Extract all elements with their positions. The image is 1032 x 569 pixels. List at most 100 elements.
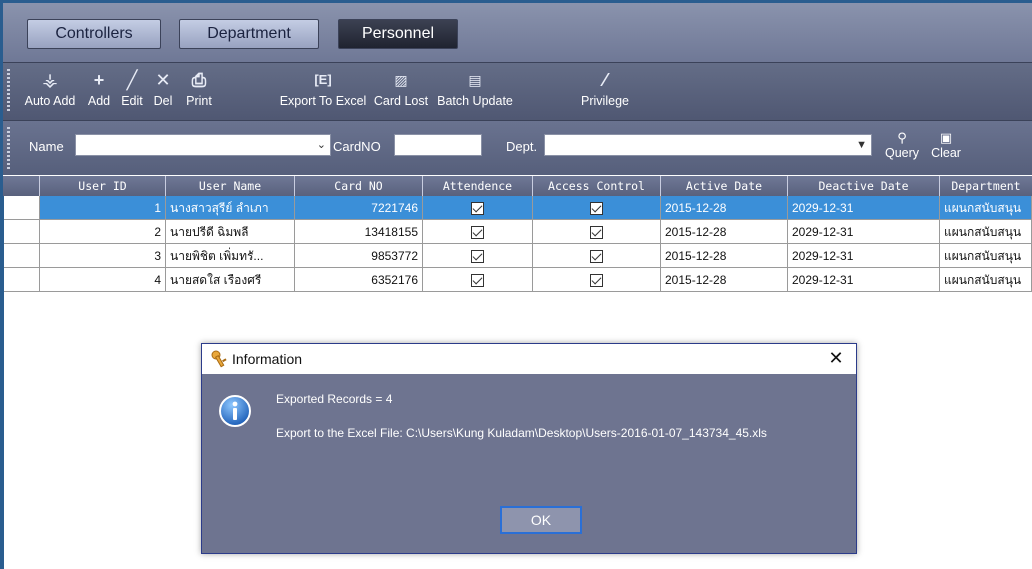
delete-button[interactable]: ✕ Del bbox=[149, 67, 177, 117]
query-button[interactable]: ⚲ Query bbox=[881, 130, 923, 160]
cell-department[interactable]: แผนกสนับสนุน bbox=[940, 244, 1032, 268]
checkbox-checked[interactable] bbox=[471, 226, 484, 240]
header-department[interactable]: Department bbox=[940, 176, 1032, 196]
add-button[interactable]: + Add bbox=[82, 67, 116, 117]
cell-card-no[interactable]: 6352176 bbox=[295, 268, 423, 292]
print-button[interactable]: ⎙ Print bbox=[181, 67, 217, 117]
cell-card-no[interactable]: 7221746 bbox=[295, 196, 423, 220]
export-excel-button[interactable]: [E] Export To Excel bbox=[276, 67, 370, 117]
cell-department[interactable]: แผนกสนับสนุน bbox=[940, 196, 1032, 220]
cell-active-date[interactable]: 2015-12-28 bbox=[661, 244, 788, 268]
information-dialog: Information ✕ Exported Records = 4 Expor… bbox=[201, 343, 857, 554]
name-label: Name bbox=[29, 139, 64, 154]
card-lost-button[interactable]: ▨ Card Lost bbox=[369, 67, 433, 117]
ok-button[interactable]: OK bbox=[500, 506, 582, 534]
chevron-down-icon: ⌄ bbox=[316, 139, 326, 151]
cell-deactive-date[interactable]: 2029-12-31 bbox=[788, 268, 940, 292]
table-header: User ID User Name Card NO Attendence Acc… bbox=[3, 176, 1032, 196]
header-user-name[interactable]: User Name bbox=[166, 176, 295, 196]
info-icon bbox=[219, 395, 251, 427]
card-lost-icon: ▨ bbox=[394, 72, 408, 88]
cell-user-id[interactable]: 2 bbox=[40, 220, 166, 244]
cell-attendence[interactable] bbox=[423, 220, 533, 244]
table-row[interactable]: 1 นางสาวสุรีย์ ลำเภา 7221746 2015-12-28 2029… bbox=[3, 196, 1032, 220]
checkbox-checked[interactable] bbox=[471, 250, 484, 264]
checkbox-checked[interactable] bbox=[471, 202, 484, 216]
batch-update-button[interactable]: ▤ Batch Update bbox=[436, 67, 514, 117]
grid-left-edge bbox=[3, 196, 4, 569]
cell-user-name[interactable]: นายสดใส เรืองศรี bbox=[166, 268, 295, 292]
x-icon: ✕ bbox=[155, 70, 171, 90]
cell-user-name[interactable]: นายปรีดี ฉิมพลี bbox=[166, 220, 295, 244]
header-access-control[interactable]: Access Control bbox=[533, 176, 661, 196]
toolbar-grip[interactable] bbox=[7, 69, 10, 113]
printer-icon: ⎙ bbox=[191, 70, 207, 90]
header-active-date[interactable]: Active Date bbox=[661, 176, 788, 196]
name-combobox[interactable]: ⌄ bbox=[75, 134, 331, 156]
excel-icon: [E] bbox=[314, 72, 332, 87]
cardno-label: CardNO bbox=[333, 139, 381, 154]
cell-department[interactable]: แผนกสนับสนุน bbox=[940, 220, 1032, 244]
cell-active-date[interactable]: 2015-12-28 bbox=[661, 268, 788, 292]
filter-grip[interactable] bbox=[7, 127, 10, 171]
table-row[interactable]: 2 นายปรีดี ฉิมพลี 13418155 2015-12-28 2029-1… bbox=[3, 220, 1032, 244]
dropdown-arrow-icon: ▼ bbox=[856, 139, 867, 151]
checkbox-checked[interactable] bbox=[590, 250, 603, 264]
batch-update-icon: ▤ bbox=[468, 72, 482, 88]
header-card-no[interactable]: Card NO bbox=[295, 176, 423, 196]
cell-card-no[interactable]: 13418155 bbox=[295, 220, 423, 244]
cell-department[interactable]: แผนกสนับสนุน bbox=[940, 268, 1032, 292]
dept-combobox[interactable]: ▼ bbox=[544, 134, 872, 156]
row-selector[interactable] bbox=[3, 268, 40, 292]
cell-user-id[interactable]: 1 bbox=[40, 196, 166, 220]
tab-personnel[interactable]: Personnel bbox=[338, 19, 458, 49]
cell-active-date[interactable]: 2015-12-28 bbox=[661, 196, 788, 220]
checkbox-checked[interactable] bbox=[590, 202, 603, 216]
edit-button[interactable]: ╱ Edit bbox=[117, 67, 147, 117]
row-selector[interactable] bbox=[3, 244, 40, 268]
tab-department[interactable]: Department bbox=[179, 19, 319, 49]
message-line-records: Exported Records = 4 bbox=[276, 392, 393, 406]
close-icon[interactable]: ✕ bbox=[826, 348, 846, 368]
header-user-id[interactable]: User ID bbox=[40, 176, 166, 196]
module-tab-bar: Controllers Department Personnel bbox=[3, 3, 1032, 62]
cell-attendence[interactable] bbox=[423, 196, 533, 220]
cell-attendence[interactable] bbox=[423, 244, 533, 268]
key-icon bbox=[211, 350, 227, 368]
cardno-input[interactable] bbox=[394, 134, 482, 156]
cell-user-id[interactable]: 3 bbox=[40, 244, 166, 268]
cell-access-control[interactable] bbox=[533, 268, 661, 292]
cell-active-date[interactable]: 2015-12-28 bbox=[661, 220, 788, 244]
header-deactive-date[interactable]: Deactive Date bbox=[788, 176, 940, 196]
clear-icon: ▣ bbox=[939, 130, 953, 145]
message-line-file: Export to the Excel File: C:\Users\Kung … bbox=[276, 426, 767, 440]
cell-deactive-date[interactable]: 2029-12-31 bbox=[788, 244, 940, 268]
cell-attendence[interactable] bbox=[423, 268, 533, 292]
auto-add-icon: ⚶ bbox=[42, 70, 58, 90]
table-row[interactable]: 4 นายสดใส เรืองศรี 6352176 2015-12-28 2029-1… bbox=[3, 268, 1032, 292]
cell-access-control[interactable] bbox=[533, 220, 661, 244]
cell-user-id[interactable]: 4 bbox=[40, 268, 166, 292]
row-selector[interactable] bbox=[3, 220, 40, 244]
cell-access-control[interactable] bbox=[533, 244, 661, 268]
clear-button[interactable]: ▣ Clear bbox=[928, 130, 964, 160]
cell-deactive-date[interactable]: 2029-12-31 bbox=[788, 196, 940, 220]
auto-add-button[interactable]: ⚶ Auto Add bbox=[21, 67, 79, 117]
dialog-title-bar[interactable]: Information ✕ bbox=[202, 344, 856, 374]
checkbox-checked[interactable] bbox=[590, 226, 603, 240]
row-selector[interactable] bbox=[3, 196, 40, 220]
plus-icon: + bbox=[93, 70, 105, 90]
checkbox-checked[interactable] bbox=[471, 274, 484, 288]
dept-label: Dept. bbox=[506, 139, 538, 154]
toolbar: ⚶ Auto Add + Add ╱ Edit ✕ Del ⎙ Print [E… bbox=[3, 62, 1032, 121]
header-attendence[interactable]: Attendence bbox=[423, 176, 533, 196]
privilege-button[interactable]: ⁄ Privilege bbox=[577, 67, 633, 117]
checkbox-checked[interactable] bbox=[590, 274, 603, 288]
cell-card-no[interactable]: 9853772 bbox=[295, 244, 423, 268]
cell-user-name[interactable]: นายพิชิต เพิ่มทรั... bbox=[166, 244, 295, 268]
cell-deactive-date[interactable]: 2029-12-31 bbox=[788, 220, 940, 244]
table-row[interactable]: 3 นายพิชิต เพิ่มทรั... 9853772 2015-12-28 20… bbox=[3, 244, 1032, 268]
tab-controllers[interactable]: Controllers bbox=[27, 19, 161, 49]
cell-user-name[interactable]: นางสาวสุรีย์ ลำเภา bbox=[166, 196, 295, 220]
cell-access-control[interactable] bbox=[533, 196, 661, 220]
